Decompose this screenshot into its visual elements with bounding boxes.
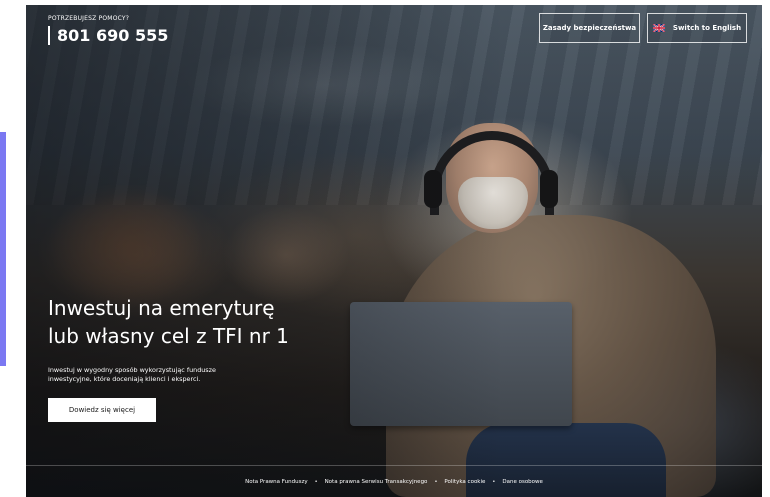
security-rules-button[interactable]: Zasady bezpieczeństwa bbox=[539, 13, 640, 43]
hero-title-line: lub własny cel z TFI nr 1 bbox=[48, 324, 289, 348]
hero-subtitle-line: inwestycyjne, które doceniają klienci i … bbox=[48, 375, 201, 383]
help-label: POTRZEBUJESZ POMOCY? bbox=[48, 15, 130, 22]
switch-language-label: Switch to English bbox=[672, 24, 742, 32]
footer-link-cookie-policy[interactable]: Polityka cookie bbox=[444, 479, 485, 485]
footer-link-legal-transaction-service[interactable]: Nota prawna Serwisu Transakcyjnego bbox=[325, 479, 428, 485]
footer-link-legal-funds[interactable]: Nota Prawna Funduszy bbox=[245, 479, 308, 485]
footer-divider bbox=[26, 465, 762, 466]
hero-subtitle-line: Inwestuj w wygodny sposób wykorzystując … bbox=[48, 366, 216, 374]
hero-subtitle: Inwestuj w wygodny sposób wykorzystując … bbox=[48, 366, 278, 384]
security-rules-label: Zasady bezpieczeństwa bbox=[542, 24, 637, 32]
uk-flag-icon bbox=[652, 24, 665, 32]
hero-section: POTRZEBUJESZ POMOCY? 801 690 555 Zasady … bbox=[26, 5, 762, 497]
footer-link-personal-data[interactable]: Dane osobowe bbox=[502, 479, 543, 485]
phone-number[interactable]: 801 690 555 bbox=[48, 26, 168, 45]
learn-more-button[interactable]: Dowiedz się więcej bbox=[48, 398, 156, 422]
footer-separator: • bbox=[314, 479, 318, 485]
hero-title: Inwestuj na emeryturę lub własny cel z T… bbox=[48, 294, 348, 350]
footer-separator: • bbox=[434, 479, 438, 485]
footer-separator: • bbox=[492, 479, 496, 485]
left-accent-bar bbox=[0, 132, 6, 366]
footer-links: Nota Prawna Funduszy • Nota prawna Serwi… bbox=[26, 475, 762, 489]
hero-overlay bbox=[26, 5, 762, 497]
hero-title-line: Inwestuj na emeryturę bbox=[48, 296, 275, 320]
switch-language-button[interactable]: Switch to English bbox=[647, 13, 747, 43]
